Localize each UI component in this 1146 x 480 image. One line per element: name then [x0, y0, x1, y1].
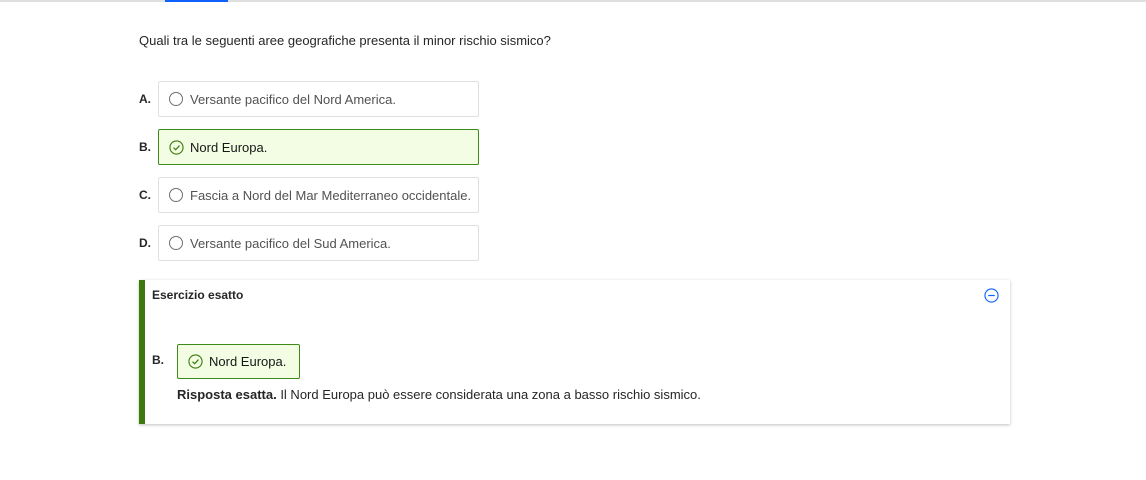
feedback-panel: Esercizio esatto B. Nord Europa. Rispost… — [139, 280, 1010, 424]
question-text: Quali tra le seguenti aree geografiche p… — [139, 33, 551, 48]
option-label: Versante pacifico del Nord America. — [190, 91, 396, 107]
option-c: C. Fascia a Nord del Mar Mediterraneo oc… — [139, 177, 479, 213]
option-d-button[interactable]: Versante pacifico del Sud America. — [158, 225, 479, 261]
radio-unchecked-icon — [169, 188, 183, 202]
option-a-button[interactable]: Versante pacifico del Nord America. — [158, 81, 479, 117]
feedback-answer-letter: B. — [152, 353, 164, 367]
check-circle-icon — [188, 354, 203, 369]
option-a: A. Versante pacifico del Nord America. — [139, 81, 479, 117]
feedback-answer-box: Nord Europa. — [177, 344, 301, 379]
feedback-answer-text: Nord Europa. — [209, 354, 287, 369]
feedback-title: Esercizio esatto — [152, 288, 244, 302]
option-letter: C. — [139, 188, 151, 202]
check-circle-icon — [169, 139, 184, 155]
option-b: B. Nord Europa. — [139, 129, 479, 165]
minus-circle-icon[interactable] — [984, 288, 999, 303]
option-label: Fascia a Nord del Mar Mediterraneo occid… — [190, 187, 472, 203]
explanation-text: Il Nord Europa può essere considerata un… — [276, 387, 701, 402]
option-d: D. Versante pacifico del Sud America. — [139, 225, 479, 261]
option-letter: B. — [139, 140, 151, 154]
radio-unchecked-icon — [169, 236, 183, 250]
option-letter: A. — [139, 92, 151, 106]
option-c-button[interactable]: Fascia a Nord del Mar Mediterraneo occid… — [158, 177, 479, 213]
feedback-explanation: Risposta esatta. Il Nord Europa può esse… — [177, 387, 701, 402]
option-label: Versante pacifico del Sud America. — [190, 235, 391, 251]
active-tab-indicator — [165, 0, 228, 2]
option-label: Nord Europa. — [190, 139, 268, 155]
radio-unchecked-icon — [169, 92, 183, 106]
option-letter: D. — [139, 236, 151, 250]
explanation-label: Risposta esatta. — [177, 387, 277, 402]
option-b-button[interactable]: Nord Europa. — [158, 129, 479, 165]
